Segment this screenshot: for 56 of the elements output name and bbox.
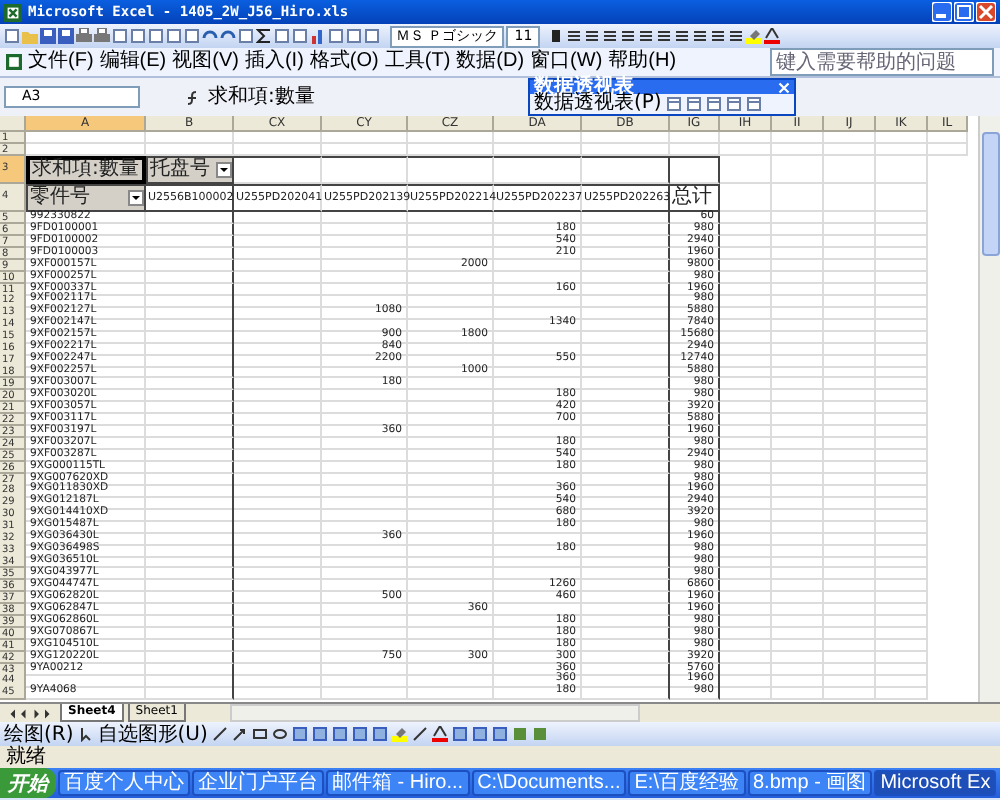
arrow-icon[interactable] bbox=[231, 726, 248, 742]
function-icon[interactable] bbox=[186, 89, 202, 105]
help-search-field[interactable]: 键入需要帮助的问题 bbox=[770, 48, 994, 76]
formula-field[interactable]: 求和項:數量 bbox=[208, 86, 315, 108]
line-icon[interactable] bbox=[211, 726, 228, 742]
taskbar-button[interactable]: 8.bmp - 画图 bbox=[747, 770, 873, 796]
toolbar-title: 数据透视表 bbox=[534, 80, 634, 94]
taskbar-button[interactable]: 百度个人中心 bbox=[58, 770, 190, 796]
menu-item[interactable]: 文件(F) bbox=[28, 50, 94, 74]
menu-item[interactable]: 格式(O) bbox=[309, 50, 379, 74]
menu-item[interactable]: 工具(T) bbox=[384, 50, 451, 74]
undo-icon[interactable] bbox=[202, 28, 218, 44]
row-field-button[interactable]: 零件号 bbox=[26, 183, 146, 212]
menu-item[interactable]: 插入(I) bbox=[244, 50, 304, 74]
menu-item[interactable]: 帮助(H) bbox=[608, 50, 677, 74]
status-text: 就绪 bbox=[6, 746, 46, 768]
pivot-table-menu[interactable]: 数据透视表(P) bbox=[534, 94, 662, 114]
close-button[interactable] bbox=[976, 2, 996, 22]
printer-icon[interactable] bbox=[94, 28, 110, 44]
autoshapes-menu[interactable]: 自选图形(U) bbox=[97, 723, 208, 745]
color-icon[interactable] bbox=[431, 726, 448, 742]
printer-icon[interactable] bbox=[76, 28, 92, 44]
align-icon[interactable] bbox=[602, 28, 619, 44]
spreadsheet-icon bbox=[6, 54, 22, 70]
sum-icon[interactable] bbox=[256, 28, 272, 44]
oval-icon[interactable] bbox=[271, 726, 288, 742]
menu-item[interactable]: 数据(D) bbox=[456, 50, 525, 74]
menu-item[interactable]: 编辑(E) bbox=[99, 50, 167, 74]
dropdown-icon[interactable] bbox=[128, 189, 144, 206]
color-icon[interactable] bbox=[764, 28, 781, 44]
spreadsheet-icon bbox=[4, 3, 22, 21]
line-icon[interactable] bbox=[411, 726, 428, 742]
maximize-button[interactable] bbox=[954, 2, 974, 22]
align-icon[interactable] bbox=[620, 28, 637, 44]
data-field-button[interactable]: 求和項:數量 bbox=[26, 155, 146, 184]
taskbar-button[interactable]: Microsoft Ex bbox=[874, 770, 997, 796]
minimize-button[interactable] bbox=[932, 2, 952, 22]
taskbar-button[interactable]: C:\Documents... bbox=[471, 770, 627, 796]
dropdown-icon[interactable] bbox=[216, 161, 232, 178]
total-header: 总计 bbox=[670, 183, 720, 212]
column-field-button[interactable]: 托盘号 bbox=[146, 155, 234, 184]
taskbar-button[interactable]: 企业门户平台 bbox=[192, 770, 324, 796]
fill-icon[interactable] bbox=[746, 28, 763, 44]
close-icon[interactable] bbox=[778, 81, 790, 93]
vertical-scrollbar[interactable] bbox=[978, 116, 1000, 702]
taskbar-button[interactable]: 邮件箱 - Hiro... bbox=[326, 770, 470, 796]
start-button[interactable]: 开始 bbox=[0, 768, 56, 798]
taskbar-button[interactable]: E:\百度经验 bbox=[628, 770, 745, 796]
fill-icon[interactable] bbox=[391, 726, 408, 742]
horizontal-scrollbar[interactable] bbox=[229, 704, 640, 722]
rect-icon[interactable] bbox=[251, 726, 268, 742]
menu-item[interactable]: 视图(V) bbox=[172, 50, 239, 74]
redo-icon[interactable] bbox=[220, 28, 236, 44]
align-icon[interactable] bbox=[638, 28, 655, 44]
draw-menu[interactable]: 绘图(R) bbox=[4, 723, 74, 745]
menu-item[interactable]: 窗口(W) bbox=[530, 50, 603, 74]
